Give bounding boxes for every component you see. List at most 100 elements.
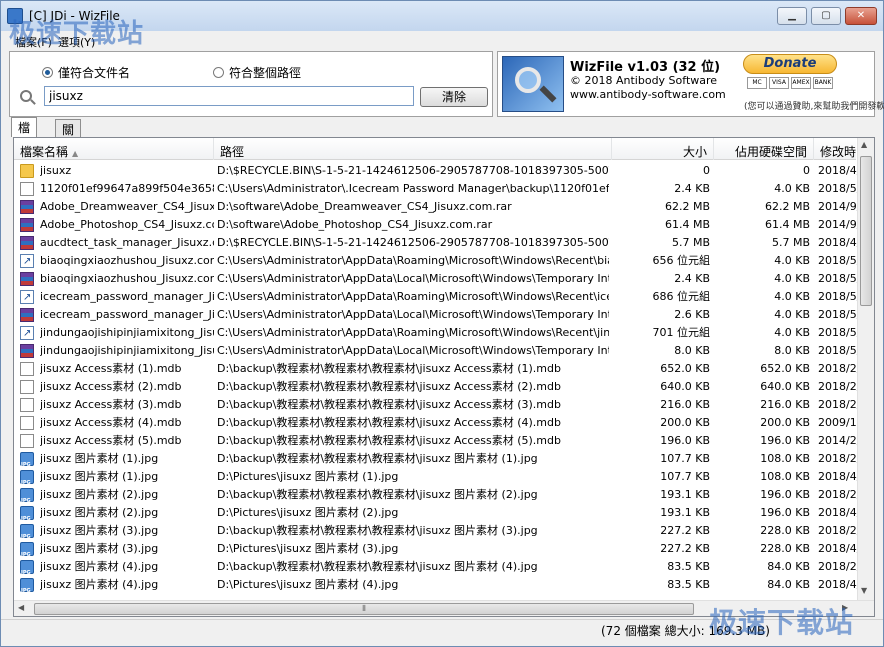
table-row[interactable]: Adobe_Dreamweaver_CS4_Jisuxz D:\software\…	[14, 198, 858, 216]
table-row[interactable]: jindungaojishipinjiamixitong_Jisux C:\Use…	[14, 342, 858, 360]
cell-name: jisuxz Access素材 (3).mdb	[18, 396, 214, 414]
table-row[interactable]: jisuxz 图片素材 (2).jpg D:\backup\教程素材\教程素材\教…	[14, 486, 858, 504]
file-name: jisuxz	[40, 164, 72, 177]
cell-disk-usage: 8.0 KB	[774, 344, 810, 357]
cell-name: jisuxz 图片素材 (4).jpg	[18, 558, 214, 576]
table-row[interactable]: biaoqingxiaozhushou_Jisuxz.com[1 C:\Users…	[14, 270, 858, 288]
cell-disk-usage: 4.0 KB	[774, 254, 810, 267]
vertical-scrollbar[interactable]: ▲ ▼	[857, 138, 874, 600]
table-row[interactable]: jisuxz 图片素材 (1).jpg D:\Pictures\jisuxz 图片…	[14, 468, 858, 486]
table-row[interactable]: jisuxz 图片素材 (1).jpg D:\backup\教程素材\教程素材\教…	[14, 450, 858, 468]
app-version: WizFile v1.03 (32 位)	[570, 60, 721, 75]
cell-path: D:\backup\教程素材\教程素材\教程素材\jisuxz Access素材…	[217, 434, 561, 447]
cell-disk-usage: 84.0 KB	[767, 560, 810, 573]
cell-modified: 2018/4/	[818, 578, 858, 591]
cell-size: 107.7 KB	[660, 470, 710, 483]
website-link[interactable]: www.antibody-software.com	[570, 88, 726, 101]
table-row[interactable]: jisuxz 图片素材 (3).jpg D:\backup\教程素材\教程素材\教…	[14, 522, 858, 540]
cell-disk-usage: 0	[803, 164, 810, 177]
scroll-up-icon[interactable]: ▲	[861, 140, 867, 149]
cell-size: 656 位元組	[652, 254, 711, 267]
list-header: 檔案名稱 ▲ 路徑 大小 佔用硬碟空間 修改時	[14, 138, 858, 160]
donate-area[interactable]: Donate MC VISA AMEX BANK	[726, 54, 854, 98]
file-icon	[20, 362, 34, 376]
cell-size: 701 位元組	[652, 326, 711, 339]
column-header-date[interactable]: 修改時	[814, 138, 858, 160]
radio-filename-only[interactable]: 僅符合文件名	[42, 64, 130, 81]
donate-button[interactable]: Donate	[743, 54, 837, 74]
table-row[interactable]: icecream_password_manager_JisuC:\Users\A…	[14, 306, 858, 324]
column-header-path[interactable]: 路徑	[214, 138, 612, 160]
clear-button[interactable]: 清除	[420, 87, 488, 107]
table-row[interactable]: jisuxz Access素材 (4).mdb D:\backup\教程素材\教程…	[14, 414, 858, 432]
table-row[interactable]: jisuxz Access素材 (2).mdb D:\backup\教程素材\教程…	[14, 378, 858, 396]
table-row[interactable]: aucdtect_task_manager_Jisuxz.co D:\$RECYC…	[14, 234, 858, 252]
maximize-button[interactable]: ▢	[811, 7, 841, 25]
table-row[interactable]: jisuxz Access素材 (3).mdb D:\backup\教程素材\教程…	[14, 396, 858, 414]
file-name: aucdtect_task_manager_Jisuxz.co	[40, 236, 214, 249]
table-row[interactable]: jisuxz Access素材 (1).mdb D:\backup\教程素材\教程…	[14, 360, 858, 378]
file-name: jisuxz Access素材 (4).mdb	[40, 416, 182, 429]
scroll-down-icon[interactable]: ▼	[861, 586, 867, 595]
column-header-name[interactable]: 檔案名稱 ▲	[14, 138, 214, 160]
cell-modified: 2018/4/	[818, 542, 858, 555]
cell-size: 686 位元組	[652, 290, 711, 303]
cell-name: jisuxz 图片素材 (2).jpg	[18, 486, 214, 504]
table-row[interactable]: jisuxz 图片素材 (4).jpg D:\Pictures\jisuxz 图片…	[14, 576, 858, 594]
search-input[interactable]	[44, 86, 414, 106]
table-row[interactable]: icecream_password_manager_JisuC:\Users\A…	[14, 288, 858, 306]
table-row[interactable]: jisuxz 图片素材 (3).jpg D:\Pictures\jisuxz 图片…	[14, 540, 858, 558]
cell-modified: 2018/2/	[818, 362, 858, 375]
cell-path: C:\Users\Administrator\AppData\Roaming\M…	[217, 326, 609, 339]
minimize-button[interactable]: ▁	[777, 7, 807, 25]
cell-name: jindungaojishipinjiamixitong_Jisux	[18, 342, 214, 360]
table-row[interactable]: jisuxz 图片素材 (4).jpg D:\backup\教程素材\教程素材\教…	[14, 558, 858, 576]
horizontal-scroll-thumb[interactable]: ⦀	[34, 603, 694, 615]
cell-size: 61.4 MB	[664, 218, 710, 231]
cell-modified: 2009/1:	[818, 416, 858, 429]
scroll-left-icon[interactable]: ◀	[18, 603, 24, 612]
cell-disk-usage: 4.0 KB	[774, 182, 810, 195]
copyright-text: © 2018 Antibody Software	[570, 74, 718, 87]
file-name: jisuxz 图片素材 (1).jpg	[40, 452, 159, 465]
cell-modified: 2014/9/	[818, 200, 858, 213]
cell-name: biaoqingxiaozhushou_Jisuxz.com.r	[18, 252, 214, 270]
table-row[interactable]: biaoqingxiaozhushou_Jisuxz.com.rC:\Users…	[14, 252, 858, 270]
cell-size: 5.7 MB	[671, 236, 710, 249]
vertical-scroll-thumb[interactable]	[860, 156, 872, 306]
watermark-top: 极速下载站	[9, 19, 145, 49]
cell-disk-usage: 200.0 KB	[760, 416, 810, 429]
table-row[interactable]: jisuxz 图片素材 (2).jpg D:\Pictures\jisuxz 图片…	[14, 504, 858, 522]
column-header-size[interactable]: 大小	[612, 138, 714, 160]
table-row[interactable]: jisuxz D:\$RECYCLE.BIN\S-1-5-21-142461250…	[14, 162, 858, 180]
jpg-icon	[20, 488, 34, 504]
cell-modified: 2018/5/	[818, 272, 858, 285]
about-panel: WizFile v1.03 (32 位) © 2018 Antibody Sof…	[497, 51, 884, 117]
cell-name: jisuxz 图片素材 (4).jpg	[18, 576, 214, 594]
jpg-icon	[20, 578, 34, 594]
cell-size: 227.2 KB	[660, 524, 710, 537]
file-name: jisuxz 图片素材 (4).jpg	[40, 578, 159, 591]
radio-filename-label: 僅符合文件名	[58, 66, 131, 80]
cell-modified: 2018/5/	[818, 308, 858, 321]
cell-path: C:\Users\Administrator\.Icecream Passwor…	[217, 182, 609, 195]
cell-name: Adobe_Dreamweaver_CS4_Jisuxz	[18, 198, 214, 216]
jpg-icon	[20, 524, 34, 540]
tab-files[interactable]: 檔案	[11, 117, 38, 152]
file-name: jisuxz 图片素材 (3).jpg	[40, 542, 159, 555]
table-row[interactable]: jindungaojishipinjiamixitong_JisuC:\User…	[14, 324, 858, 342]
table-row[interactable]: jisuxz Access素材 (5).mdb D:\backup\教程素材\教程…	[14, 432, 858, 450]
cell-size: 227.2 KB	[660, 542, 710, 555]
radio-full-path[interactable]: 符合整個路徑	[213, 64, 301, 81]
column-header-disk[interactable]: 佔用硬碟空間	[714, 138, 814, 160]
table-row[interactable]: Adobe_Photoshop_CS4_Jisuxz.cor D:\softwar…	[14, 216, 858, 234]
close-button[interactable]: ✕	[845, 7, 877, 25]
search-icon	[20, 90, 32, 102]
table-row[interactable]: 1120f01ef99647a899f504e36583caC:\Users\A…	[14, 180, 858, 198]
cell-size: 200.0 KB	[660, 416, 710, 429]
cell-path: C:\Users\Administrator\AppData\Roaming\M…	[217, 290, 609, 303]
file-name: jisuxz 图片素材 (2).jpg	[40, 506, 159, 519]
cell-name: 1120f01ef99647a899f504e36583ca	[18, 180, 214, 198]
tab-about[interactable]: 關於	[55, 119, 82, 154]
cell-modified: 2014/9/	[818, 218, 858, 231]
